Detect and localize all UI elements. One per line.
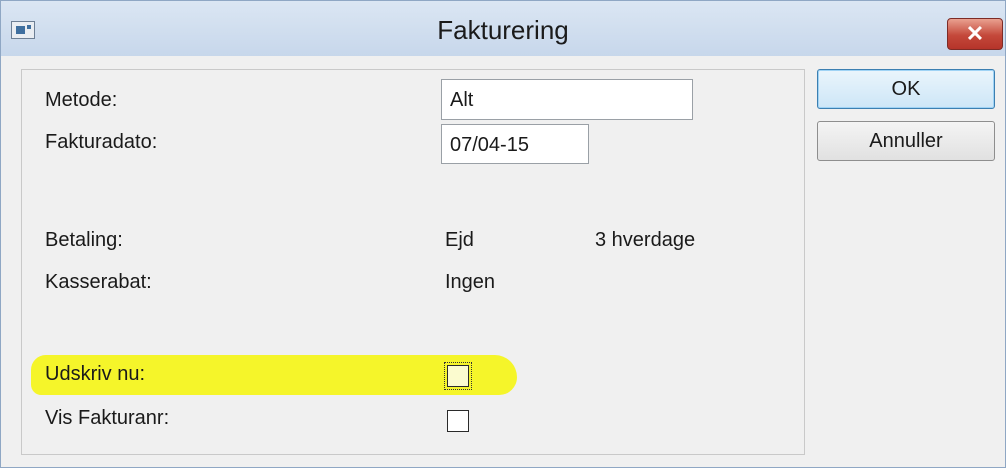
close-button[interactable]: ✕	[947, 18, 1003, 50]
window-title: Fakturering	[437, 15, 569, 45]
kasserabat-label: Kasserabat:	[45, 271, 152, 293]
metode-field[interactable]: Alt	[441, 79, 693, 120]
betaling-terms: 3 hverdage	[595, 229, 696, 251]
udskriv-label: Udskriv nu:	[45, 363, 146, 385]
kasserabat-value: Ingen	[445, 271, 496, 293]
fakturadato-label: Fakturadato:	[45, 131, 158, 153]
fakturadato-field[interactable]: 07/04-15	[441, 124, 589, 164]
ok-button[interactable]: OK	[817, 69, 995, 109]
form-group	[21, 69, 805, 455]
close-icon: ✕	[965, 21, 985, 46]
title-bar[interactable]: Fakturering ✕	[1, 1, 1005, 56]
cancel-button[interactable]: Annuller	[817, 121, 995, 161]
betaling-value: Ejd	[445, 229, 474, 251]
betaling-label: Betaling:	[45, 229, 123, 251]
metode-label: Metode:	[45, 89, 118, 111]
fakturering-dialog: Fakturering ✕ Metode: Alt Fakturadato: 0…	[0, 0, 1006, 468]
udskriv-checkbox[interactable]	[444, 362, 472, 390]
vis-fakturanr-checkbox[interactable]	[447, 410, 469, 432]
vis-fakturanr-label: Vis Fakturanr:	[45, 407, 170, 429]
